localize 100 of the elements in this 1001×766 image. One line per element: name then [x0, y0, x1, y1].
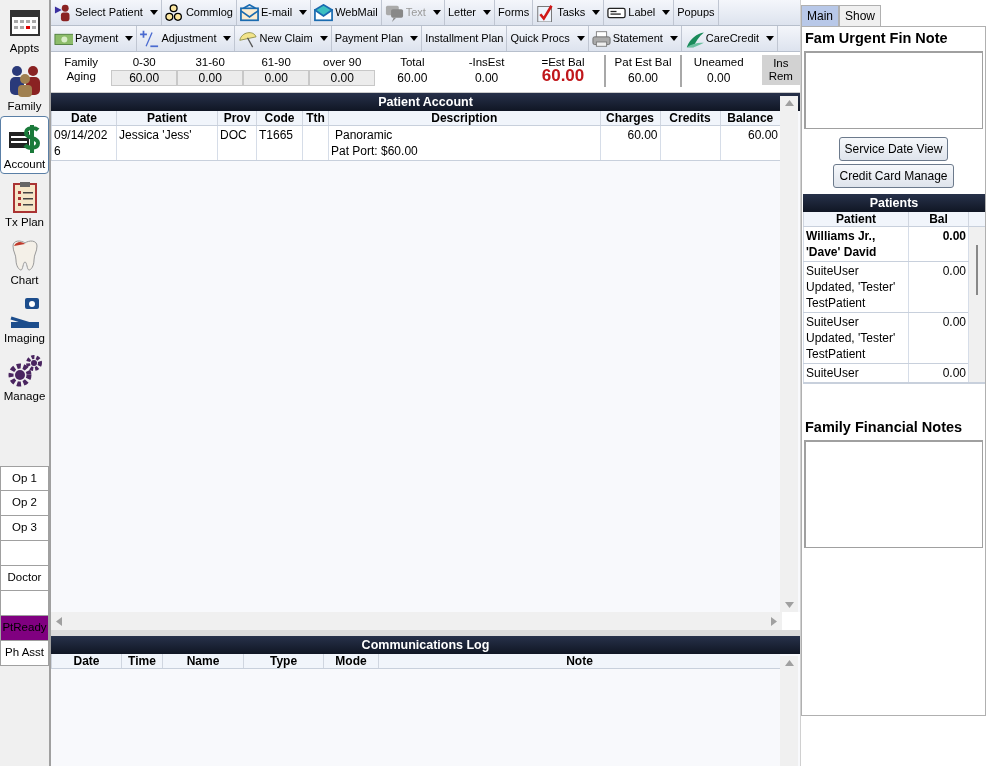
dropdown-caret-icon — [299, 10, 308, 15]
dropdown-caret-icon — [223, 36, 232, 41]
table-cell[interactable]: Williams Jr., 'Dave' David — [806, 227, 906, 260]
staff-status-item[interactable]: Ph Asst — [0, 641, 49, 666]
total-value: 0.00 — [474, 71, 499, 85]
module-button[interactable]: Account — [0, 116, 49, 174]
column-header[interactable]: Date — [51, 654, 122, 669]
column-header[interactable]: Balance — [720, 111, 780, 126]
dropdown-caret-icon — [662, 10, 671, 15]
table-cell: T1665 — [259, 128, 294, 142]
column-header[interactable]: Credits — [660, 111, 720, 126]
dropdown-caret-icon — [432, 10, 441, 15]
note-field[interactable] — [804, 50, 983, 129]
dropdown-caret-icon — [149, 10, 158, 15]
table-cell-text: 0.00 — [941, 227, 966, 244]
table-cell-text: 0.00 — [941, 313, 966, 330]
scroll-right-icon — [771, 616, 777, 626]
horizontal-scrollbar[interactable] — [51, 612, 782, 630]
panel-tab[interactable]: Main — [801, 5, 839, 26]
envelope-icon — [239, 3, 259, 22]
total-value: 60.00 — [397, 71, 428, 85]
card-dollar-icon — [6, 122, 43, 156]
scroll-down-icon — [784, 602, 794, 608]
column-header[interactable]: Note — [378, 654, 780, 669]
toolbar-button[interactable]: CareCredit — [681, 26, 778, 51]
aging-value-field: 0.00 — [309, 70, 376, 86]
column-header[interactable]: Date — [51, 111, 117, 126]
toolbar-button[interactable]: Commlog — [161, 0, 237, 25]
column-header[interactable]: Tth — [302, 111, 329, 126]
ins-rem-button[interactable]: Ins Rem — [761, 55, 801, 85]
table-cell-text: Panoramic — [334, 127, 394, 143]
table-cell: DOC — [220, 128, 247, 142]
scroll-left-icon — [56, 616, 62, 626]
column-header[interactable]: Time — [121, 654, 163, 669]
total-value: 0.00 — [706, 71, 731, 85]
column-header[interactable]: Description — [328, 111, 600, 126]
panel-button[interactable]: Service Date View — [838, 136, 949, 161]
toolbar-button[interactable]: Statement — [588, 26, 682, 51]
column-header[interactable]: Charges — [600, 111, 660, 126]
panel-button[interactable]: Credit Card Manage — [833, 163, 954, 188]
toolbar-button[interactable]: Adjustment — [137, 26, 236, 51]
staff-status-item[interactable]: Doctor — [0, 566, 49, 591]
aging-bucket-label: over 90 — [323, 55, 362, 69]
toolbar-button[interactable]: Payment — [51, 26, 138, 51]
column-header[interactable]: Name — [162, 654, 244, 669]
table-cell: Jessica 'Jess' — [119, 128, 192, 142]
dropdown-caret-icon — [669, 36, 678, 41]
aging-value-field: 0.00 — [177, 70, 244, 86]
column-header[interactable]: Patient — [116, 111, 218, 126]
column-header[interactable]: Mode — [323, 654, 379, 669]
grid-title: Patient Account — [51, 93, 800, 111]
dropdown-caret-icon — [125, 36, 134, 41]
toolbar-button[interactable]: Popups — [674, 0, 719, 25]
toolbar-button[interactable]: Installment Plan — [422, 26, 508, 51]
aging-bucket-label: 61-90 — [261, 55, 291, 69]
vertical-scrollbar[interactable] — [780, 96, 798, 612]
people-circles-icon — [164, 3, 184, 22]
column-header[interactable]: Code — [256, 111, 303, 126]
toolbar-button[interactable]: Tasks — [533, 0, 605, 25]
table-cell-text: Pat Port: $60.00 — [331, 143, 419, 159]
toolbar-button[interactable]: Letter — [444, 0, 496, 25]
toolbar-button[interactable]: Quick Procs — [507, 26, 589, 51]
toolbar-button[interactable]: WebMail — [311, 0, 382, 25]
scroll-up-icon — [784, 660, 794, 666]
total-label: =Est Bal — [541, 55, 585, 69]
column-header[interactable]: Prov — [217, 111, 257, 126]
staff-status-item[interactable]: Op 1 — [0, 466, 49, 491]
panel-tab[interactable]: Show — [839, 5, 882, 26]
toolbar-button[interactable]: Label — [604, 0, 675, 25]
aging-value-field: 0.00 — [243, 70, 310, 86]
dropdown-caret-icon — [592, 10, 601, 15]
table-cell: 60.00 — [627, 128, 658, 142]
toolbar-button[interactable]: E-mail — [236, 0, 312, 25]
dropdown-caret-icon — [319, 36, 328, 41]
total-value: 60.00 — [628, 71, 658, 85]
toolbar-button[interactable]: Forms — [495, 0, 534, 25]
total-value: 60.00 — [541, 69, 585, 83]
total-label: -InsEst — [468, 55, 505, 69]
staff-status-item[interactable] — [0, 591, 49, 616]
staff-status-item[interactable]: Op 2 — [0, 491, 49, 516]
grid-title: Communications Log — [51, 636, 800, 654]
scrollbar-thumb[interactable] — [976, 244, 978, 295]
table-cell[interactable]: SuiteUser — [806, 364, 906, 381]
table-cell[interactable]: SuiteUser Updated, 'Tester' TestPatient — [806, 262, 906, 311]
umbrella-icon — [238, 29, 258, 48]
envelope-icon — [314, 3, 334, 22]
table-cell[interactable]: SuiteUser Updated, 'Tester' TestPatient — [806, 313, 906, 362]
staff-status-item[interactable]: Op 3 — [0, 516, 49, 541]
note-field[interactable] — [804, 439, 983, 548]
column-header[interactable]: Type — [243, 654, 324, 669]
aging-label: Family Aging — [63, 55, 100, 83]
toolbar-button[interactable]: Payment Plan — [331, 26, 423, 51]
table-cell-text: 0.00 — [941, 364, 966, 381]
staff-status-item[interactable] — [0, 541, 49, 566]
aging-bucket-label: 0-30 — [132, 55, 156, 69]
dropdown-caret-icon — [576, 36, 585, 41]
toolbar-button[interactable]: Select Patient — [51, 0, 162, 25]
dropdown-caret-icon — [483, 10, 492, 15]
toolbar-button[interactable]: New Claim — [235, 26, 332, 51]
vertical-scrollbar[interactable] — [780, 656, 798, 766]
